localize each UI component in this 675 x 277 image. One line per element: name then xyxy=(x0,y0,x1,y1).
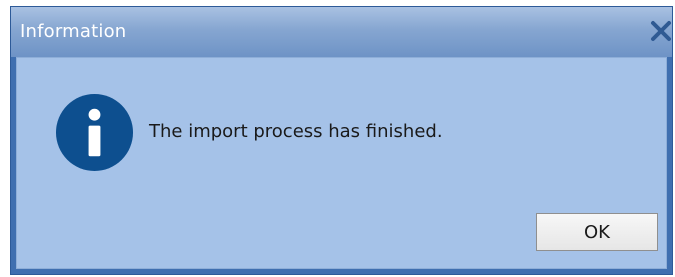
close-icon xyxy=(651,21,671,41)
dialog-title: Information xyxy=(20,21,127,42)
title-bar[interactable]: Information xyxy=(11,7,672,57)
dialog-body: The import process has finished. OK xyxy=(16,57,667,269)
info-icon xyxy=(55,93,134,172)
information-dialog: Information The import process has finis… xyxy=(10,6,673,275)
message-text: The import process has finished. xyxy=(149,121,443,142)
ok-button[interactable]: OK xyxy=(536,213,658,251)
close-button[interactable] xyxy=(646,16,672,46)
